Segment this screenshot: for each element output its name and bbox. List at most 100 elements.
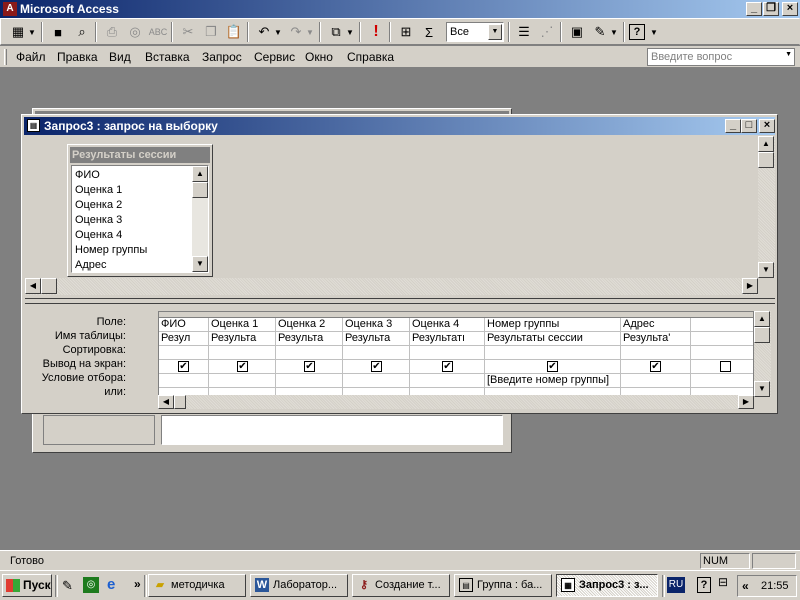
menu-query[interactable]: Запрос — [202, 50, 242, 64]
grid-show-cell[interactable]: ✔ — [343, 360, 410, 374]
grid-criteria-cell[interactable] — [276, 374, 343, 388]
grid-field-cell[interactable]: ФИО — [159, 318, 209, 332]
table-pane-vscroll[interactable]: ▲ ▼ — [758, 136, 775, 278]
chevron-down-icon[interactable]: ▼ — [785, 51, 792, 58]
field-list-scrollbar[interactable]: ▲ ▼ — [192, 166, 208, 272]
scroll-thumb[interactable] — [192, 182, 208, 198]
table-pane-hscroll[interactable]: ◀ ▶ — [25, 278, 758, 295]
grid-table-cell[interactable]: Результа' — [621, 332, 691, 346]
save-icon[interactable]: ■ — [47, 21, 69, 43]
show-checkbox[interactable] — [720, 361, 731, 372]
scroll-down-icon[interactable]: ▼ — [192, 256, 208, 272]
menu-view[interactable]: Вид — [109, 50, 131, 64]
table-field-item[interactable]: Адрес — [75, 259, 107, 271]
menu-file[interactable]: Файл — [16, 50, 46, 64]
grid-criteria-cell[interactable] — [410, 374, 485, 388]
properties-icon[interactable]: ☰ — [513, 21, 535, 43]
app-close-button[interactable]: × — [782, 2, 798, 16]
grid-criteria-cell[interactable] — [691, 374, 753, 388]
cut-icon[interactable]: ✂ — [177, 21, 199, 43]
taskbar-item-methodichka[interactable]: ▰ методичка — [148, 574, 246, 597]
language-indicator[interactable]: RU — [667, 577, 685, 593]
new-object-dropdown[interactable]: ▼ — [609, 21, 619, 43]
help-question-box[interactable]: Введите вопрос ▼ — [647, 48, 795, 66]
menu-tools[interactable]: Сервис — [254, 50, 295, 64]
app-minimize-button[interactable]: _ — [746, 2, 762, 16]
top-values-select[interactable]: Все ▼ — [446, 22, 504, 42]
grid-table-cell[interactable]: Результа — [276, 332, 343, 346]
grid-field-cell[interactable] — [691, 318, 753, 332]
menu-insert[interactable]: Вставка — [145, 50, 190, 64]
grid-show-cell[interactable]: ✔ — [276, 360, 343, 374]
menu-window[interactable]: Окно — [305, 50, 333, 64]
toolbar-options-dropdown[interactable]: ▼ — [649, 21, 659, 43]
pane-splitter[interactable] — [25, 298, 775, 304]
scroll-down-icon[interactable]: ▼ — [758, 262, 774, 278]
scroll-thumb[interactable] — [758, 152, 774, 168]
grid-sort-cell[interactable] — [621, 346, 691, 360]
redo-dropdown[interactable]: ▼ — [305, 21, 315, 43]
scroll-right-icon[interactable]: ▶ — [742, 278, 758, 294]
grid-field-cell[interactable]: Оценка 1 — [209, 318, 276, 332]
grid-table-cell[interactable]: Результатı — [410, 332, 485, 346]
help-icon[interactable]: ? — [697, 577, 711, 593]
view-dropdown[interactable]: ▼ — [27, 21, 37, 43]
show-checkbox[interactable]: ✔ — [371, 361, 382, 372]
show-checkbox[interactable]: ✔ — [650, 361, 661, 372]
scroll-thumb[interactable] — [754, 327, 770, 343]
grid-criteria-cell[interactable] — [209, 374, 276, 388]
grid-criteria-cell[interactable] — [343, 374, 410, 388]
quicklaunch-pencil-icon[interactable]: ✎ — [62, 578, 73, 594]
show-checkbox[interactable]: ✔ — [237, 361, 248, 372]
menu-edit[interactable]: Правка — [57, 50, 98, 64]
grid-vscroll[interactable]: ▲ ▼ — [754, 311, 771, 397]
run-icon[interactable]: ! — [365, 21, 387, 43]
show-table-icon[interactable]: ⊞ — [395, 21, 417, 43]
grid-show-cell[interactable] — [691, 360, 753, 374]
query-maximize-button[interactable]: □ — [741, 119, 757, 133]
grid-show-cell[interactable]: ✔ — [209, 360, 276, 374]
table-box[interactable]: Результаты сессии ФИО Оценка 1 Оценка 2 Оце… — [67, 144, 213, 277]
taskbar-item-query3[interactable]: ▦ Запрос3 : з... — [556, 574, 658, 597]
grid-sort-cell[interactable] — [485, 346, 621, 360]
undo-dropdown[interactable]: ▼ — [273, 21, 283, 43]
table-field-item[interactable]: Оценка 1 — [75, 184, 122, 196]
redo-icon[interactable]: ↷ — [285, 21, 307, 43]
search-icon[interactable]: ⌕ — [71, 21, 93, 43]
scroll-left-icon[interactable]: ◀ — [25, 278, 41, 294]
grid-criteria-cell[interactable]: [Введите номер группы] — [485, 374, 621, 388]
grid-sort-cell[interactable] — [276, 346, 343, 360]
paste-icon[interactable]: 📋 — [223, 21, 245, 43]
query-type-dropdown[interactable]: ▼ — [345, 21, 355, 43]
grid-sort-cell[interactable] — [159, 346, 209, 360]
query-minimize-button[interactable]: _ — [725, 119, 741, 133]
scroll-right-icon[interactable]: ▶ — [738, 395, 754, 409]
scroll-thumb[interactable] — [41, 278, 57, 294]
query-close-button[interactable]: × — [759, 119, 775, 133]
scroll-left-icon[interactable]: ◀ — [158, 395, 174, 409]
grid-criteria-cell[interactable] — [159, 374, 209, 388]
grid-show-cell[interactable]: ✔ — [621, 360, 691, 374]
grid-show-cell[interactable]: ✔ — [485, 360, 621, 374]
grid-field-cell[interactable]: Оценка 3 — [343, 318, 410, 332]
app-restore-button[interactable]: ❐ — [763, 2, 779, 16]
grid-field-cell[interactable]: Оценка 4 — [410, 318, 485, 332]
grid-table-cell[interactable] — [691, 332, 753, 346]
query-type-icon[interactable]: ⧉ — [325, 21, 347, 43]
table-field-item[interactable]: Оценка 2 — [75, 199, 122, 211]
grid-field-cell[interactable]: Оценка 2 — [276, 318, 343, 332]
view-icon[interactable]: ▦ — [7, 21, 29, 43]
grid-table-cell[interactable]: Результа — [209, 332, 276, 346]
grid-criteria-cell[interactable] — [621, 374, 691, 388]
grid-sort-cell[interactable] — [691, 346, 753, 360]
build-icon[interactable]: ⋰ — [536, 21, 558, 43]
grid-show-cell[interactable]: ✔ — [410, 360, 485, 374]
grid-table-cell[interactable]: Резул — [159, 332, 209, 346]
show-checkbox[interactable]: ✔ — [547, 361, 558, 372]
table-field-item[interactable]: Оценка 3 — [75, 214, 122, 226]
scroll-down-icon[interactable]: ▼ — [754, 381, 770, 397]
scroll-up-icon[interactable]: ▲ — [758, 136, 774, 152]
quicklaunch-excel-icon[interactable]: ◎ — [83, 577, 99, 593]
database-window-icon[interactable]: ▣ — [566, 21, 588, 43]
start-button[interactable]: Пуск — [2, 574, 52, 597]
